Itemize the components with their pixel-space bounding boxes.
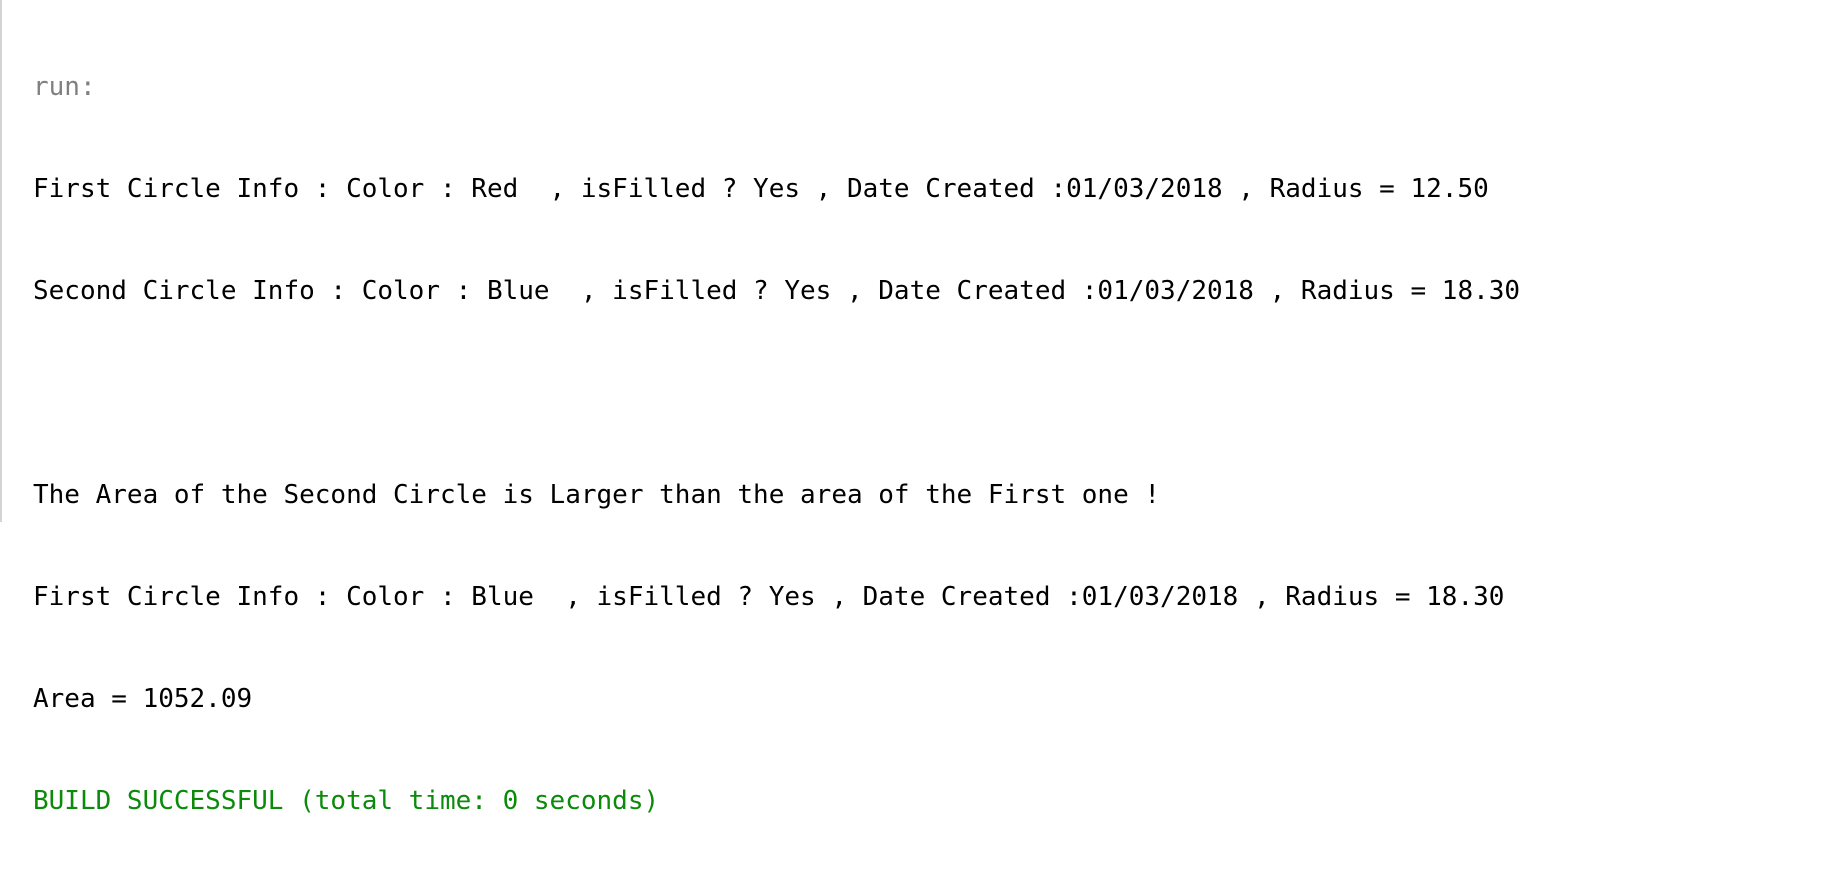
output-line-larger-circle-info: First Circle Info : Color : Blue , isFil… — [33, 582, 1505, 612]
output-line-area-value: Area = 1052.09 — [33, 684, 253, 714]
run-label: run: — [33, 72, 96, 102]
output-line-second-circle-info: Second Circle Info : Color : Blue , isFi… — [33, 276, 1521, 306]
console-output-text: run: First Circle Info : Color : Red , i… — [33, 2, 1520, 886]
output-line-blank — [33, 376, 1520, 410]
output-line-area-comparison: The Area of the Second Circle is Larger … — [33, 480, 1161, 510]
output-console-panel[interactable]: run: First Circle Info : Color : Red , i… — [0, 0, 1824, 816]
output-line-first-circle-info: First Circle Info : Color : Red , isFill… — [33, 174, 1489, 204]
panel-left-border — [0, 0, 2, 522]
build-status-message: BUILD SUCCESSFUL (total time: 0 seconds) — [33, 786, 660, 816]
